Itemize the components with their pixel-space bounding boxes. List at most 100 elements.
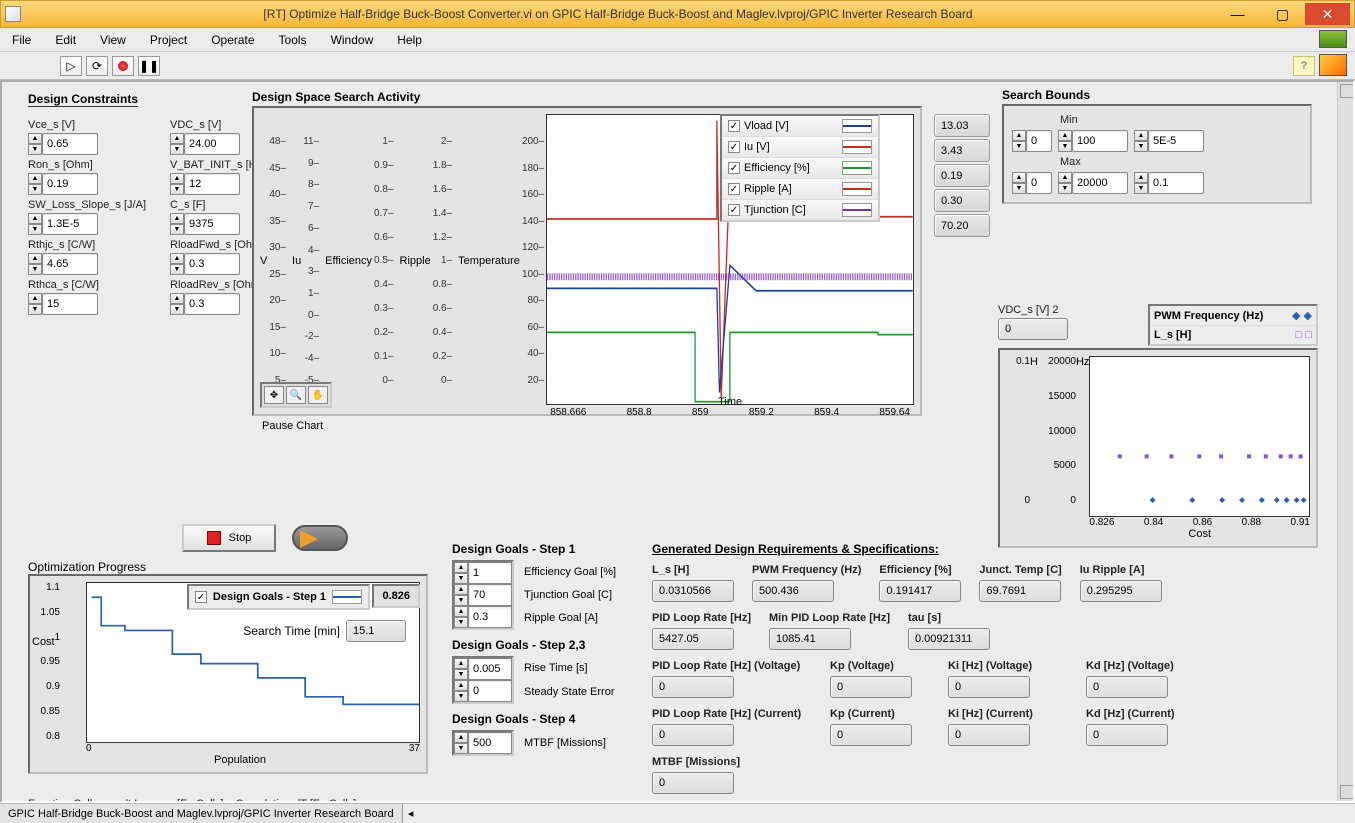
spin-up-icon[interactable]: ▲ bbox=[170, 213, 184, 224]
goal-step23-1-input[interactable] bbox=[468, 680, 512, 702]
spin-down-icon[interactable]: ▼ bbox=[28, 264, 42, 275]
menu-operate[interactable]: Operate bbox=[207, 31, 258, 49]
constraint-b-4-input[interactable] bbox=[184, 293, 240, 315]
spin-up-icon[interactable]: ▲ bbox=[454, 562, 468, 573]
legend-line-style[interactable] bbox=[842, 119, 872, 133]
legend-checkbox[interactable]: ✓ bbox=[728, 120, 740, 132]
constraint-b-0-input[interactable] bbox=[184, 133, 240, 155]
spin-down-icon[interactable]: ▼ bbox=[28, 224, 42, 235]
constraint-2-input[interactable] bbox=[42, 213, 98, 235]
constraint-b-1-input[interactable] bbox=[184, 173, 240, 195]
constraint-3-input[interactable] bbox=[42, 253, 98, 275]
constraint-b-0[interactable]: ▲▼ bbox=[170, 133, 264, 155]
legend-line-style[interactable] bbox=[842, 140, 872, 154]
spin-down-icon[interactable]: ▼ bbox=[170, 264, 184, 275]
legend-line-style[interactable] bbox=[842, 203, 872, 217]
run-continuous-button[interactable]: ⟳ bbox=[86, 56, 108, 76]
pause-button[interactable]: ❚❚ bbox=[138, 56, 160, 76]
spin-up-icon[interactable]: ▲ bbox=[170, 293, 184, 304]
spin-down-icon[interactable]: ▼ bbox=[28, 304, 42, 315]
constraint-4[interactable]: ▲▼ bbox=[28, 293, 146, 315]
spin-up-icon[interactable]: ▲ bbox=[170, 253, 184, 264]
spin-down-icon[interactable]: ▼ bbox=[170, 224, 184, 235]
run-button[interactable]: ▷ bbox=[60, 56, 82, 76]
constraint-b-4[interactable]: ▲▼ bbox=[170, 293, 264, 315]
spin-up-icon[interactable]: ▲ bbox=[170, 173, 184, 184]
sb-min-1[interactable]: ▲▼ bbox=[1134, 130, 1204, 152]
spin-up-icon[interactable]: ▲ bbox=[454, 658, 468, 669]
constraint-0[interactable]: ▲▼ bbox=[28, 133, 146, 155]
spin-down-icon[interactable]: ▼ bbox=[454, 617, 468, 628]
legend-checkbox[interactable]: ✓ bbox=[728, 162, 740, 174]
constraint-b-3-input[interactable] bbox=[184, 253, 240, 275]
spin-up-icon[interactable]: ▲ bbox=[28, 293, 42, 304]
goal-step23-1[interactable]: ▲▼ bbox=[454, 680, 512, 702]
spin-down-icon[interactable]: ▼ bbox=[28, 184, 42, 195]
goal-step1-0-input[interactable] bbox=[468, 562, 512, 584]
menu-window[interactable]: Window bbox=[327, 31, 378, 49]
pause-chart-led[interactable] bbox=[292, 525, 348, 551]
constraint-b-2-input[interactable] bbox=[184, 213, 240, 235]
goal-step23-0[interactable]: ▲▼ bbox=[454, 658, 512, 680]
menu-file[interactable]: File bbox=[8, 31, 35, 49]
spin-down-icon[interactable]: ▼ bbox=[454, 573, 468, 584]
constraint-1-input[interactable] bbox=[42, 173, 98, 195]
goal-step4-0-input[interactable] bbox=[468, 732, 512, 754]
spin-up-icon[interactable]: ▲ bbox=[28, 173, 42, 184]
constraint-b-1[interactable]: ▲▼ bbox=[170, 173, 264, 195]
maximize-button[interactable]: ▢ bbox=[1260, 3, 1305, 25]
constraint-2[interactable]: ▲▼ bbox=[28, 213, 146, 235]
spin-down-icon[interactable]: ▼ bbox=[170, 144, 184, 155]
goal-step1-2-input[interactable] bbox=[468, 606, 512, 628]
constraint-0-input[interactable] bbox=[42, 133, 98, 155]
status-scroll-left[interactable]: ◂ bbox=[403, 807, 419, 820]
spin-up-icon[interactable]: ▲ bbox=[28, 213, 42, 224]
legend-checkbox[interactable]: ✓ bbox=[728, 141, 740, 153]
abort-button[interactable] bbox=[112, 56, 134, 76]
spin-down-icon[interactable]: ▼ bbox=[454, 743, 468, 754]
spin-up-icon[interactable]: ▲ bbox=[28, 133, 42, 144]
spin-down-icon[interactable]: ▼ bbox=[170, 304, 184, 315]
spin-up-icon[interactable]: ▲ bbox=[454, 606, 468, 617]
sb-max-0[interactable]: ▲▼ bbox=[1058, 172, 1128, 194]
menu-help[interactable]: Help bbox=[393, 31, 426, 49]
close-button[interactable]: ✕ bbox=[1305, 3, 1350, 25]
opt-legend-check[interactable]: ✓ bbox=[195, 591, 207, 603]
help-button[interactable]: ? bbox=[1293, 56, 1315, 76]
constraint-b-3[interactable]: ▲▼ bbox=[170, 253, 264, 275]
scatter-plot-area[interactable] bbox=[1089, 356, 1310, 517]
legend-checkbox[interactable]: ✓ bbox=[728, 183, 740, 195]
sb-max-1[interactable]: ▲▼ bbox=[1134, 172, 1204, 194]
minimize-button[interactable]: — bbox=[1215, 3, 1260, 25]
menu-view[interactable]: View bbox=[96, 31, 130, 49]
goal-step1-0[interactable]: ▲▼ bbox=[454, 562, 512, 584]
goal-step1-1-input[interactable] bbox=[468, 584, 512, 606]
spin-up-icon[interactable]: ▲ bbox=[454, 584, 468, 595]
constraint-b-2[interactable]: ▲▼ bbox=[170, 213, 264, 235]
spin-down-icon[interactable]: ▼ bbox=[28, 144, 42, 155]
pan-tool-icon[interactable]: ✋ bbox=[308, 386, 328, 404]
spin-down-icon[interactable]: ▼ bbox=[454, 595, 468, 606]
sb-min-0[interactable]: ▲▼ bbox=[1058, 130, 1128, 152]
stop-button[interactable]: Stop bbox=[182, 524, 276, 552]
legend-line-style[interactable] bbox=[842, 161, 872, 175]
menu-tools[interactable]: Tools bbox=[275, 31, 311, 49]
spin-up-icon[interactable]: ▲ bbox=[454, 680, 468, 691]
constraint-3[interactable]: ▲▼ bbox=[28, 253, 146, 275]
goal-step1-2[interactable]: ▲▼ bbox=[454, 606, 512, 628]
legend-checkbox[interactable]: ✓ bbox=[728, 204, 740, 216]
sb-row-index[interactable]: ▲▼ bbox=[1012, 130, 1052, 152]
spin-down-icon[interactable]: ▼ bbox=[170, 184, 184, 195]
spin-down-icon[interactable]: ▼ bbox=[454, 669, 468, 680]
sb-row-index2[interactable]: ▲▼ bbox=[1012, 172, 1052, 194]
goal-step4-0[interactable]: ▲▼ bbox=[454, 732, 512, 754]
legend-line-style[interactable] bbox=[842, 182, 872, 196]
goal-step1-1[interactable]: ▲▼ bbox=[454, 584, 512, 606]
constraint-1[interactable]: ▲▼ bbox=[28, 173, 146, 195]
constraint-4-input[interactable] bbox=[42, 293, 98, 315]
vertical-scrollbar[interactable] bbox=[1337, 82, 1353, 801]
cursor-tool-icon[interactable]: ✥ bbox=[264, 386, 284, 404]
spin-up-icon[interactable]: ▲ bbox=[454, 732, 468, 743]
spin-up-icon[interactable]: ▲ bbox=[170, 133, 184, 144]
goal-step23-0-input[interactable] bbox=[468, 658, 512, 680]
